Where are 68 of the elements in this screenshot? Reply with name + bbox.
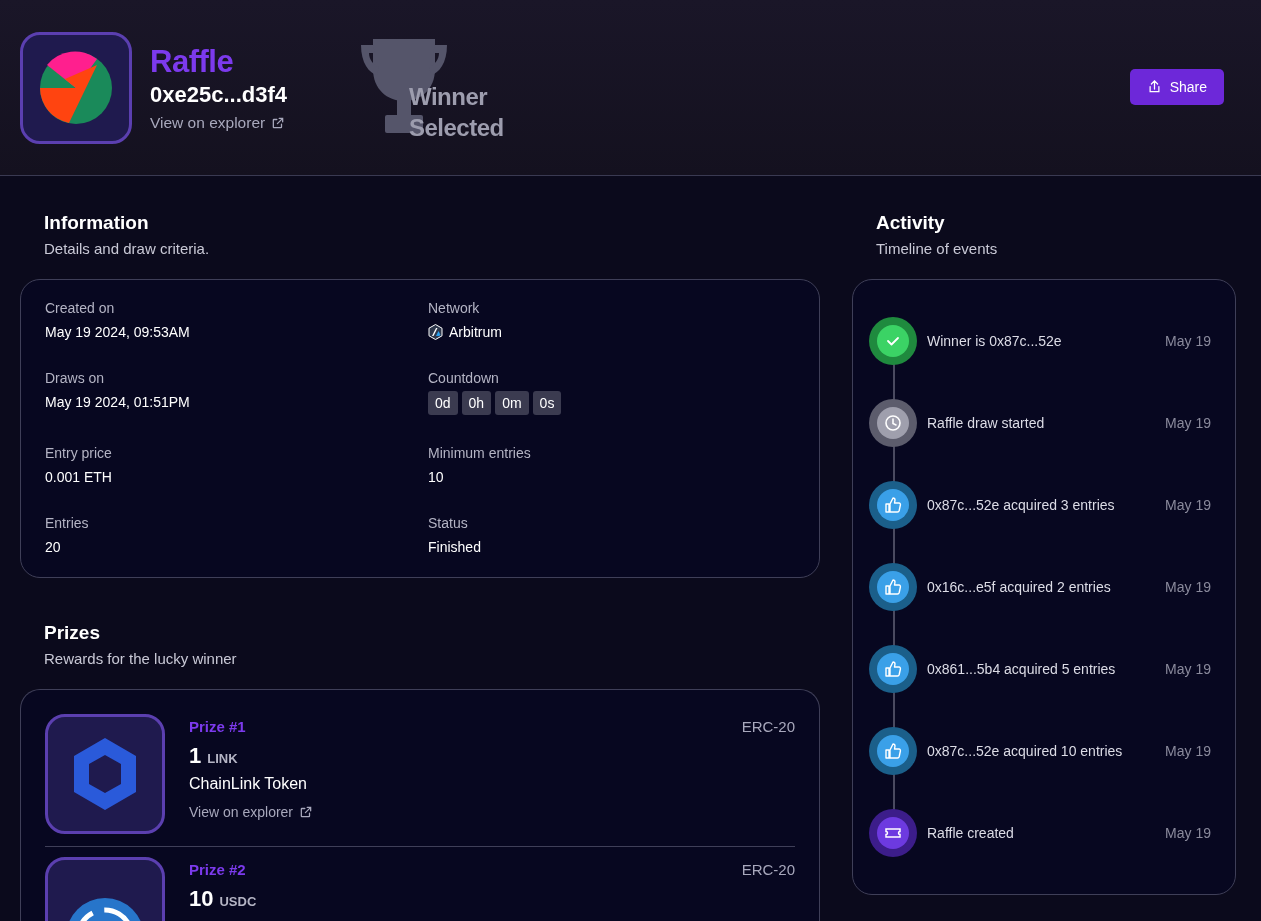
- prize-unit: LINK: [207, 751, 238, 766]
- share-button[interactable]: Share: [1129, 68, 1224, 105]
- thumbs-up-event-icon: [869, 481, 917, 529]
- section-subtitle: Timeline of events: [876, 240, 999, 257]
- share-icon: [1146, 79, 1162, 94]
- raffle-address: 0xe25c...d3f4: [150, 81, 287, 108]
- token-standard: ERC-20: [741, 718, 795, 737]
- hexagon-token-icon: [71, 735, 139, 813]
- winner-badge-text: Selected: [409, 112, 504, 143]
- field-value: 20: [45, 539, 62, 555]
- prize-amount: 1: [189, 743, 202, 769]
- thumbs-up-event-icon: [869, 563, 917, 611]
- countdown-unit: 0m: [495, 391, 529, 415]
- external-link-icon: [271, 115, 286, 130]
- prize-label: Prize #1: [189, 718, 247, 735]
- section-subtitle: Details and draw criteria.: [44, 240, 211, 257]
- event-text: Raffle created: [927, 825, 1015, 841]
- event-text: 0x16c...e5f acquired 2 entries: [927, 579, 1112, 595]
- ticket-event-icon: [869, 809, 917, 857]
- external-link-icon: [299, 805, 314, 819]
- pie-logo-icon: [39, 50, 113, 125]
- prize-unit: USDC: [219, 894, 257, 909]
- network-name: Arbitrum: [449, 324, 502, 340]
- countdown-unit: 0s: [532, 391, 562, 415]
- view-on-explorer-link[interactable]: View on explorer: [189, 804, 314, 820]
- clock-event-icon: [869, 399, 917, 447]
- winner-badge-text: Winner: [409, 81, 489, 112]
- event-date: May 19: [1165, 661, 1211, 677]
- event-date: May 19: [1165, 579, 1211, 595]
- field-label: Minimum entries: [428, 445, 532, 461]
- field-label: Entry price: [45, 445, 113, 461]
- section-title: Information: [44, 212, 150, 234]
- token-standard: ERC-20: [741, 861, 795, 880]
- countdown-unit: 0h: [461, 391, 492, 415]
- event-date: May 19: [1165, 497, 1211, 513]
- section-subtitle: Rewards for the lucky winner: [44, 650, 238, 667]
- field-label: Entries: [45, 515, 90, 531]
- event-text: Winner is 0x87c...52e: [927, 333, 1063, 349]
- prize-name: ChainLink Token: [189, 775, 308, 793]
- check-event-icon: [869, 317, 917, 365]
- field-label: Created on: [45, 300, 116, 316]
- event-date: May 19: [1165, 333, 1211, 349]
- field-value: 10: [428, 469, 445, 485]
- field-value: 0.001 ETH: [45, 469, 113, 485]
- view-on-explorer-link[interactable]: View on explorer: [150, 113, 287, 132]
- raffle-title: Raffle: [150, 43, 235, 80]
- section-title: Activity: [876, 212, 946, 234]
- prize-amount: 10: [189, 886, 214, 912]
- field-label: Network: [428, 300, 481, 316]
- event-text: Raffle draw started: [927, 415, 1046, 431]
- field-label: Draws on: [45, 370, 106, 386]
- countdown-unit: 0d: [428, 391, 458, 415]
- event-text: 0x87c...52e acquired 3 entries: [927, 497, 1116, 513]
- thumbs-up-event-icon: [869, 645, 917, 693]
- field-value: May 19 2024, 01:51PM: [45, 394, 191, 410]
- network-logo-icon: [428, 324, 443, 340]
- field-value: Finished: [428, 539, 482, 555]
- field-value: May 19 2024, 09:53AM: [45, 324, 191, 340]
- section-title: Prizes: [44, 622, 101, 644]
- field-label: Status: [428, 515, 469, 531]
- event-date: May 19: [1165, 743, 1211, 759]
- field-label: Countdown: [428, 370, 500, 386]
- event-date: May 19: [1165, 415, 1211, 431]
- thumbs-up-event-icon: [869, 727, 917, 775]
- prize-label: Prize #2: [189, 861, 247, 878]
- event-text: 0x87c...52e acquired 10 entries: [927, 743, 1124, 759]
- event-text: 0x861...5b4 acquired 5 entries: [927, 661, 1117, 677]
- event-date: May 19: [1165, 825, 1211, 841]
